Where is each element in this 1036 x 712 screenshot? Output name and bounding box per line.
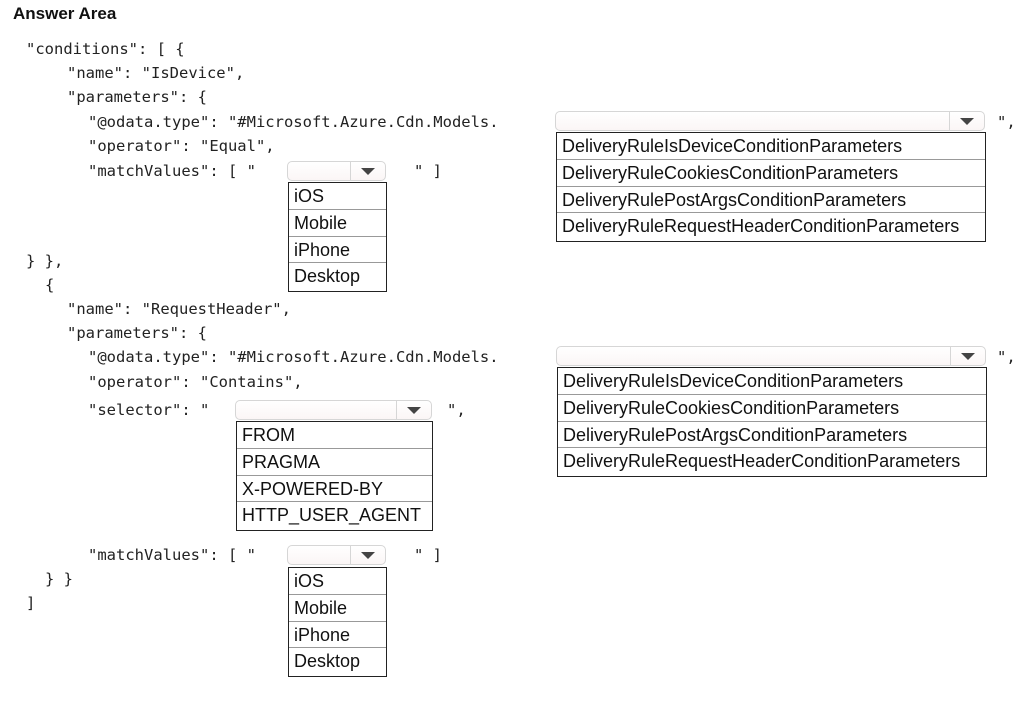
chevron-down-icon [960, 118, 974, 125]
option-requestheader-condition-parameters[interactable]: DeliveryRuleRequestHeaderConditionParame… [557, 211, 985, 238]
option-x-powered-by[interactable]: X-POWERED-BY [237, 474, 432, 501]
code-name-requestheader: "name": "RequestHeader", [67, 300, 291, 318]
option-postargs-condition-parameters[interactable]: DeliveryRulePostArgsConditionParameters [558, 420, 986, 447]
option-pragma[interactable]: PRAGMA [237, 448, 432, 474]
option-cookies-condition-parameters[interactable]: DeliveryRuleCookiesConditionParameters [558, 394, 986, 420]
option-cookies-condition-parameters[interactable]: DeliveryRuleCookiesConditionParameters [557, 159, 985, 185]
code-matchvalues-2-end: " ] [414, 546, 442, 564]
code-condition-2-open: { [45, 276, 55, 294]
odata-type-1-dropdown-toggle[interactable] [949, 112, 984, 130]
chevron-down-icon [407, 407, 421, 414]
option-requestheader-condition-parameters[interactable]: DeliveryRuleRequestHeaderConditionParame… [558, 446, 986, 473]
answer-area-title: Answer Area [13, 4, 117, 23]
matchvalues-2-dropdown[interactable] [287, 545, 386, 565]
matchvalues-1-dropdown-toggle[interactable] [350, 162, 385, 180]
odata-type-2-options: DeliveryRuleIsDeviceConditionParameters … [557, 367, 987, 477]
matchvalues-1-dropdown[interactable] [287, 161, 386, 181]
odata-type-1-options: DeliveryRuleIsDeviceConditionParameters … [556, 132, 986, 242]
code-parameters-1: "parameters": { [67, 88, 207, 106]
option-postargs-condition-parameters[interactable]: DeliveryRulePostArgsConditionParameters [557, 185, 985, 212]
option-mobile[interactable]: Mobile [289, 594, 386, 620]
option-mobile[interactable]: Mobile [289, 209, 386, 235]
code-matchvalues-1-end: " ] [414, 162, 442, 180]
chevron-down-icon [961, 353, 975, 360]
selector-dropdown-toggle[interactable] [396, 401, 431, 419]
code-selector: "selector": " [88, 401, 210, 419]
chevron-down-icon [361, 552, 375, 559]
option-iphone[interactable]: iPhone [289, 620, 386, 647]
option-from[interactable]: FROM [237, 422, 432, 448]
code-conditions-open: "conditions": [ { [26, 40, 185, 58]
selector-options: FROM PRAGMA X-POWERED-BY HTTP_USER_AGENT [236, 421, 433, 531]
code-operator-contains: "operator": "Contains", [88, 373, 303, 391]
code-operator-equal: "operator": "Equal", [88, 137, 275, 155]
option-isdevice-condition-parameters[interactable]: DeliveryRuleIsDeviceConditionParameters [557, 133, 985, 159]
code-parameters-2: "parameters": { [67, 324, 207, 342]
option-desktop[interactable]: Desktop [289, 646, 386, 673]
option-ios[interactable]: iOS [289, 568, 386, 594]
code-name-isdevice: "name": "IsDevice", [67, 64, 245, 82]
option-ios[interactable]: iOS [289, 183, 386, 209]
code-odata-type-1: "@odata.type": "#Microsoft.Azure.Cdn.Mod… [88, 113, 499, 131]
code-odata-type-2-end: ", [997, 348, 1016, 366]
option-isdevice-condition-parameters[interactable]: DeliveryRuleIsDeviceConditionParameters [558, 368, 986, 394]
code-matchvalues-1: "matchValues": [ " [88, 162, 256, 180]
selector-dropdown[interactable] [235, 400, 432, 420]
odata-type-2-dropdown-toggle[interactable] [950, 347, 985, 365]
odata-type-1-dropdown[interactable] [555, 111, 985, 131]
code-conditions-close: ] [26, 594, 36, 612]
option-desktop[interactable]: Desktop [289, 261, 386, 288]
code-condition-2-close: } } [45, 570, 73, 588]
option-http-user-agent[interactable]: HTTP_USER_AGENT [237, 500, 432, 527]
odata-type-2-dropdown[interactable] [556, 346, 986, 366]
matchvalues-2-options: iOS Mobile iPhone Desktop [288, 567, 387, 677]
chevron-down-icon [361, 168, 375, 175]
code-odata-type-2: "@odata.type": "#Microsoft.Azure.Cdn.Mod… [88, 348, 499, 366]
matchvalues-1-options: iOS Mobile iPhone Desktop [288, 182, 387, 292]
option-iphone[interactable]: iPhone [289, 235, 386, 262]
code-condition-1-close: } }, [26, 252, 64, 270]
matchvalues-2-dropdown-toggle[interactable] [350, 546, 385, 564]
code-selector-end: ", [447, 401, 466, 419]
code-matchvalues-2: "matchValues": [ " [88, 546, 256, 564]
code-odata-type-1-end: ", [997, 113, 1016, 131]
